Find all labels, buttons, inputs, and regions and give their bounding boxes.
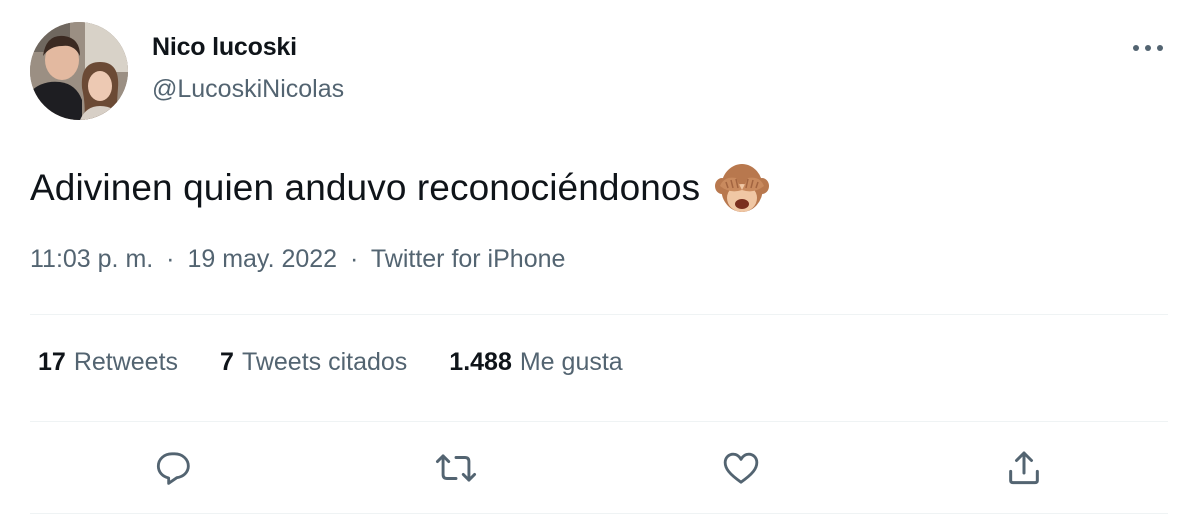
see-no-evil-monkey-icon (714, 160, 770, 216)
like-button[interactable] (719, 446, 763, 490)
retweet-icon (435, 454, 477, 482)
stat-label: Tweets citados (241, 348, 408, 376)
stat-label: Me gusta (519, 348, 623, 376)
tweet-date[interactable]: 19 may. 2022 (187, 245, 337, 273)
meta-separator: · (166, 245, 175, 273)
divider (30, 314, 1168, 315)
tweet-text: Adivinen quien anduvo reconociéndonos (30, 160, 770, 216)
tweet-source-link[interactable]: Twitter for iPhone (371, 245, 566, 273)
stat-retweets[interactable]: 17 Retweets (38, 348, 178, 377)
stat-likes[interactable]: 1.488 Me gusta (449, 348, 622, 377)
reply-icon (156, 452, 190, 485)
stat-label: Retweets (73, 348, 179, 376)
tweet-time[interactable]: 11:03 p. m. (30, 245, 153, 273)
stat-count: 17 (38, 348, 66, 376)
stat-count: 7 (220, 348, 234, 376)
divider (30, 513, 1168, 514)
retweet-button[interactable] (434, 446, 478, 490)
author-handle[interactable]: @LucoskiNicolas (152, 75, 344, 104)
author-name[interactable]: Nico lucoski (152, 33, 297, 62)
share-icon (1009, 451, 1039, 485)
stat-quote-tweets[interactable]: 7 Tweets citados (220, 348, 407, 377)
more-options-button[interactable] (1128, 28, 1168, 68)
reply-button[interactable] (150, 446, 194, 490)
tweet-stats: 17 Retweets 7 Tweets citados 1.488 Me gu… (38, 348, 665, 377)
avatar-photo (30, 22, 128, 120)
tweet-text-content: Adivinen quien anduvo reconociéndonos (30, 167, 701, 208)
avatar[interactable] (30, 22, 128, 120)
tweet-meta: 11:03 p. m. · 19 may. 2022 · Twitter for… (30, 245, 565, 274)
like-icon (723, 452, 759, 484)
meta-separator: · (350, 245, 359, 273)
stat-count: 1.488 (449, 348, 512, 376)
divider (30, 421, 1168, 422)
more-icon (1133, 45, 1163, 51)
share-button[interactable] (1002, 446, 1046, 490)
